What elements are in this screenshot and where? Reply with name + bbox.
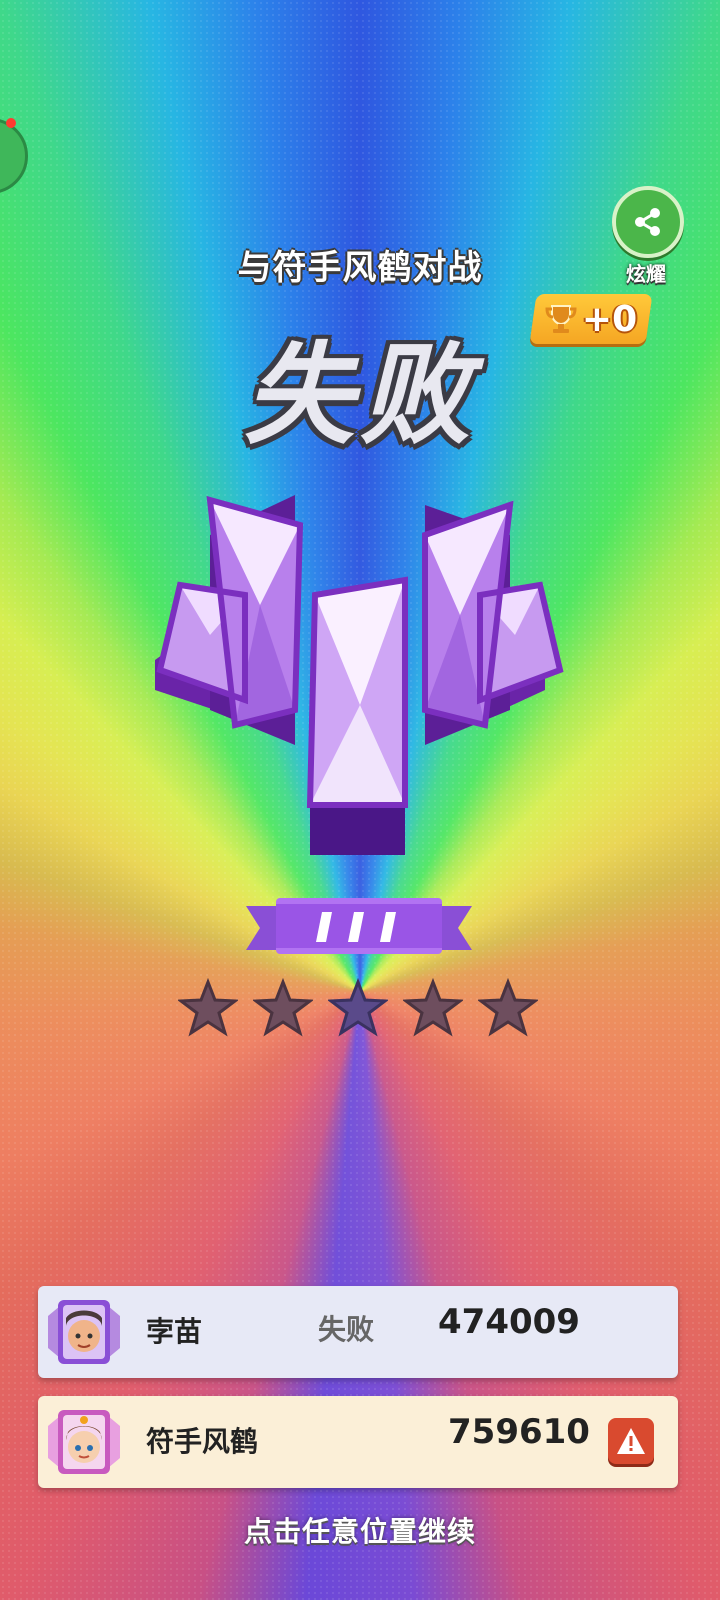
player-status: 失败: [318, 1313, 375, 1346]
match-title: 与符手风鹤对战: [237, 248, 483, 288]
star-rating: [178, 978, 538, 1038]
result-text: 失败: [244, 331, 476, 459]
player-score: 759610: [448, 1412, 590, 1452]
warning-icon: [617, 1428, 645, 1454]
star-empty-icon: [178, 978, 238, 1037]
notification-dot-icon: [6, 118, 16, 128]
player-score: 474009: [438, 1302, 580, 1342]
star-empty-icon: [253, 978, 313, 1037]
player-row-self[interactable]: 孛苗 失败 474009: [38, 1286, 678, 1378]
rank-division-ribbon: [246, 898, 472, 954]
star-empty-icon: [328, 978, 388, 1037]
player-row-opponent[interactable]: 符手风鹤 759610: [38, 1396, 678, 1488]
girl-avatar-icon: [48, 1410, 120, 1474]
player-name: 符手风鹤: [146, 1425, 259, 1458]
crystal-rank-icon: [155, 495, 564, 855]
star-empty-icon: [403, 978, 463, 1037]
player-name: 孛苗: [146, 1315, 203, 1348]
star-empty-icon: [478, 978, 538, 1037]
boy-avatar-icon: [48, 1300, 120, 1364]
share-icon: [635, 208, 660, 236]
continue-hint[interactable]: 点击任意位置继续: [0, 1510, 720, 1550]
report-button[interactable]: [608, 1418, 654, 1464]
